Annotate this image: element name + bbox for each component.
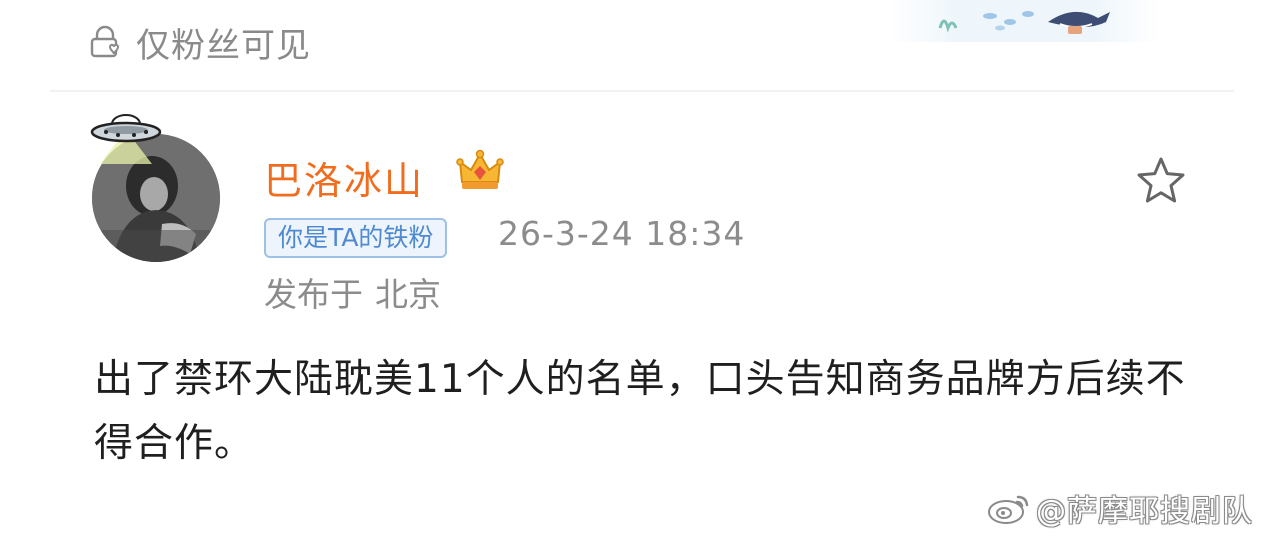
watermark-text: @萨摩耶搜剧队 bbox=[1036, 494, 1253, 529]
top-divider bbox=[50, 90, 1234, 92]
watermark: @萨摩耶搜剧队 bbox=[986, 488, 1253, 529]
visibility-label: 仅粉丝可见 bbox=[136, 25, 311, 66]
avatar-block[interactable] bbox=[82, 108, 232, 268]
location-prefix: 发布于 bbox=[264, 275, 363, 314]
ufo-icon bbox=[90, 114, 162, 164]
star-icon[interactable] bbox=[1134, 154, 1188, 208]
weibo-logo-icon bbox=[988, 495, 1029, 524]
post-content: 出了禁环大陆耽美11个人的名单，口头告知商务品牌方后续不得合作。 bbox=[94, 357, 1186, 466]
decorative-banner bbox=[890, 0, 1160, 42]
lock-heart-icon bbox=[90, 25, 120, 58]
post-time: 26-3-24 18:34 bbox=[498, 214, 746, 253]
author-name[interactable]: 巴洛冰山 bbox=[264, 150, 424, 205]
visibility-indicator: 仅粉丝可见 bbox=[88, 14, 311, 70]
crown-icon bbox=[456, 149, 504, 189]
location-city: 北京 bbox=[375, 275, 441, 314]
post-location: 发布于 北京 bbox=[264, 268, 441, 316]
fan-badge[interactable]: 你是TA的铁粉 bbox=[264, 218, 448, 258]
